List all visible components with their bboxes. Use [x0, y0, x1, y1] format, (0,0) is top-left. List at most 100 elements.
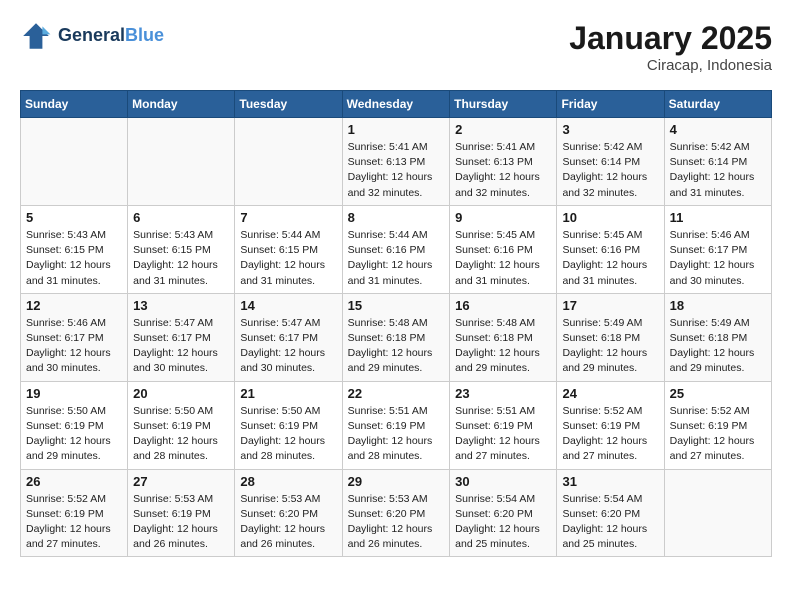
- title-block: January 2025 Ciracap, Indonesia: [569, 20, 772, 74]
- calendar-week-row: 19 Sunrise: 5:50 AM Sunset: 6:19 PM Dayli…: [21, 381, 772, 469]
- weekday-header-row: SundayMondayTuesdayWednesdayThursdayFrid…: [21, 91, 772, 118]
- day-number: 15: [348, 298, 445, 313]
- day-info: Sunrise: 5:48 AM Sunset: 6:18 PM Dayligh…: [455, 316, 551, 377]
- day-number: 5: [26, 210, 122, 225]
- day-info: Sunrise: 5:49 AM Sunset: 6:18 PM Dayligh…: [562, 316, 658, 377]
- day-number: 12: [26, 298, 122, 313]
- calendar-cell: 1Sunrise: 5:41 AM Sunset: 6:13 PM Daylig…: [342, 118, 450, 206]
- day-number: 8: [348, 210, 445, 225]
- calendar-cell: 14Sunrise: 5:47 AM Sunset: 6:17 PM Dayli…: [235, 293, 342, 381]
- day-info: Sunrise: 5:49 AM Sunset: 6:18 PM Dayligh…: [670, 316, 766, 377]
- calendar-cell: 25 Sunrise: 5:52 AM Sunset: 6:19 PM Dayli…: [664, 381, 771, 469]
- logo: GeneralBlue: [20, 20, 164, 52]
- calendar-cell: [664, 469, 771, 557]
- calendar-cell: 6 Sunrise: 5:43 AM Sunset: 6:15 PM Daylig…: [128, 205, 235, 293]
- day-info: Sunrise: 5:44 AM Sunset: 6:16 PM Dayligh…: [348, 228, 445, 289]
- calendar-cell: 10 Sunrise: 5:45 AM Sunset: 6:16 PM Dayli…: [557, 205, 664, 293]
- calendar-cell: 28 Sunrise: 5:53 AM Sunset: 6:20 PM Dayli…: [235, 469, 342, 557]
- logo-icon: [20, 20, 52, 52]
- calendar-cell: [21, 118, 128, 206]
- day-number: 28: [240, 474, 336, 489]
- day-number: 7: [240, 210, 336, 225]
- calendar-week-row: 26 Sunrise: 5:52 AM Sunset: 6:19 PM Dayli…: [21, 469, 772, 557]
- day-number: 2: [455, 122, 551, 137]
- weekday-header: Sunday: [21, 91, 128, 118]
- calendar-cell: 20 Sunrise: 5:50 AM Sunset: 6:19 PM Dayli…: [128, 381, 235, 469]
- calendar-cell: 8 Sunrise: 5:44 AM Sunset: 6:16 PM Daylig…: [342, 205, 450, 293]
- day-number: 24: [562, 386, 658, 401]
- day-number: 18: [670, 298, 766, 313]
- calendar-week-row: 1 Sunrise: 5:41 AM Sunset: 6:13 PM Daylig…: [21, 118, 772, 206]
- weekday-header: Thursday: [450, 91, 557, 118]
- day-number: 9: [455, 210, 551, 225]
- calendar-cell: 26 Sunrise: 5:52 AM Sunset: 6:19 PM Dayli…: [21, 469, 128, 557]
- day-info: Sunrise: 5:50 AM Sunset: 6:19 PM Dayligh…: [26, 404, 122, 465]
- calendar-cell: 4Sunrise: 5:42 AM Sunset: 6:14 PM Daylig…: [664, 118, 771, 206]
- day-number: 19: [26, 386, 122, 401]
- day-number: 30: [455, 474, 551, 489]
- day-number: 3: [562, 122, 658, 137]
- day-number: 1: [348, 122, 445, 137]
- day-info: Sunrise: 5:42 AM Sunset: 6:14 PM Dayligh…: [562, 140, 658, 201]
- day-number: 13: [133, 298, 229, 313]
- day-info: Sunrise: 5:47 AM Sunset: 6:17 PM Dayligh…: [133, 316, 229, 377]
- day-number: 11: [670, 210, 766, 225]
- weekday-header: Friday: [557, 91, 664, 118]
- day-number: 6: [133, 210, 229, 225]
- calendar-week-row: 12 Sunrise: 5:46 AM Sunset: 6:17 PM Dayli…: [21, 293, 772, 381]
- day-info: Sunrise: 5:51 AM Sunset: 6:19 PM Dayligh…: [348, 404, 445, 465]
- weekday-header: Tuesday: [235, 91, 342, 118]
- month-title: January 2025: [569, 20, 772, 57]
- calendar-cell: 18 Sunrise: 5:49 AM Sunset: 6:18 PM Dayli…: [664, 293, 771, 381]
- calendar-cell: 27 Sunrise: 5:53 AM Sunset: 6:19 PM Dayli…: [128, 469, 235, 557]
- day-number: 26: [26, 474, 122, 489]
- calendar-cell: 22Sunrise: 5:51 AM Sunset: 6:19 PM Dayli…: [342, 381, 450, 469]
- day-number: 29: [348, 474, 445, 489]
- calendar-cell: 7Sunrise: 5:44 AM Sunset: 6:15 PM Daylig…: [235, 205, 342, 293]
- calendar-cell: 12 Sunrise: 5:46 AM Sunset: 6:17 PM Dayli…: [21, 293, 128, 381]
- calendar-week-row: 5 Sunrise: 5:43 AM Sunset: 6:15 PM Daylig…: [21, 205, 772, 293]
- calendar-cell: 5Sunrise: 5:43 AM Sunset: 6:15 PM Daylig…: [21, 205, 128, 293]
- day-info: Sunrise: 5:51 AM Sunset: 6:19 PM Dayligh…: [455, 404, 551, 465]
- calendar-cell: [235, 118, 342, 206]
- day-info: Sunrise: 5:41 AM Sunset: 6:13 PM Dayligh…: [455, 140, 551, 201]
- day-info: Sunrise: 5:46 AM Sunset: 6:17 PM Dayligh…: [670, 228, 766, 289]
- day-info: Sunrise: 5:50 AM Sunset: 6:19 PM Dayligh…: [133, 404, 229, 465]
- day-info: Sunrise: 5:42 AM Sunset: 6:14 PM Dayligh…: [670, 140, 766, 201]
- day-number: 14: [240, 298, 336, 313]
- day-number: 20: [133, 386, 229, 401]
- day-info: Sunrise: 5:45 AM Sunset: 6:16 PM Dayligh…: [562, 228, 658, 289]
- calendar-cell: 29 Sunrise: 5:53 AM Sunset: 6:20 PM Dayli…: [342, 469, 450, 557]
- day-info: Sunrise: 5:53 AM Sunset: 6:20 PM Dayligh…: [348, 492, 445, 553]
- day-number: 25: [670, 386, 766, 401]
- day-number: 17: [562, 298, 658, 313]
- day-number: 16: [455, 298, 551, 313]
- day-info: Sunrise: 5:45 AM Sunset: 6:16 PM Dayligh…: [455, 228, 551, 289]
- day-info: Sunrise: 5:43 AM Sunset: 6:15 PM Dayligh…: [133, 228, 229, 289]
- day-info: Sunrise: 5:52 AM Sunset: 6:19 PM Dayligh…: [670, 404, 766, 465]
- day-info: Sunrise: 5:46 AM Sunset: 6:17 PM Dayligh…: [26, 316, 122, 377]
- day-info: Sunrise: 5:52 AM Sunset: 6:19 PM Dayligh…: [26, 492, 122, 553]
- weekday-header: Saturday: [664, 91, 771, 118]
- calendar-cell: 21Sunrise: 5:50 AM Sunset: 6:19 PM Dayli…: [235, 381, 342, 469]
- day-number: 27: [133, 474, 229, 489]
- calendar-cell: 31Sunrise: 5:54 AM Sunset: 6:20 PM Dayli…: [557, 469, 664, 557]
- page-header: GeneralBlue January 2025 Ciracap, Indone…: [20, 20, 772, 74]
- day-number: 10: [562, 210, 658, 225]
- location: Ciracap, Indonesia: [569, 57, 772, 74]
- calendar-cell: 9 Sunrise: 5:45 AM Sunset: 6:16 PM Daylig…: [450, 205, 557, 293]
- logo-text: GeneralBlue: [58, 25, 164, 47]
- day-info: Sunrise: 5:54 AM Sunset: 6:20 PM Dayligh…: [562, 492, 658, 553]
- calendar-cell: [128, 118, 235, 206]
- day-info: Sunrise: 5:53 AM Sunset: 6:20 PM Dayligh…: [240, 492, 336, 553]
- calendar-cell: 16 Sunrise: 5:48 AM Sunset: 6:18 PM Dayli…: [450, 293, 557, 381]
- calendar-cell: 24 Sunrise: 5:52 AM Sunset: 6:19 PM Dayli…: [557, 381, 664, 469]
- weekday-header: Wednesday: [342, 91, 450, 118]
- calendar-cell: 2 Sunrise: 5:41 AM Sunset: 6:13 PM Daylig…: [450, 118, 557, 206]
- day-number: 21: [240, 386, 336, 401]
- calendar-cell: 15Sunrise: 5:48 AM Sunset: 6:18 PM Dayli…: [342, 293, 450, 381]
- day-info: Sunrise: 5:53 AM Sunset: 6:19 PM Dayligh…: [133, 492, 229, 553]
- day-info: Sunrise: 5:52 AM Sunset: 6:19 PM Dayligh…: [562, 404, 658, 465]
- calendar-cell: 3 Sunrise: 5:42 AM Sunset: 6:14 PM Daylig…: [557, 118, 664, 206]
- calendar-cell: 19 Sunrise: 5:50 AM Sunset: 6:19 PM Dayli…: [21, 381, 128, 469]
